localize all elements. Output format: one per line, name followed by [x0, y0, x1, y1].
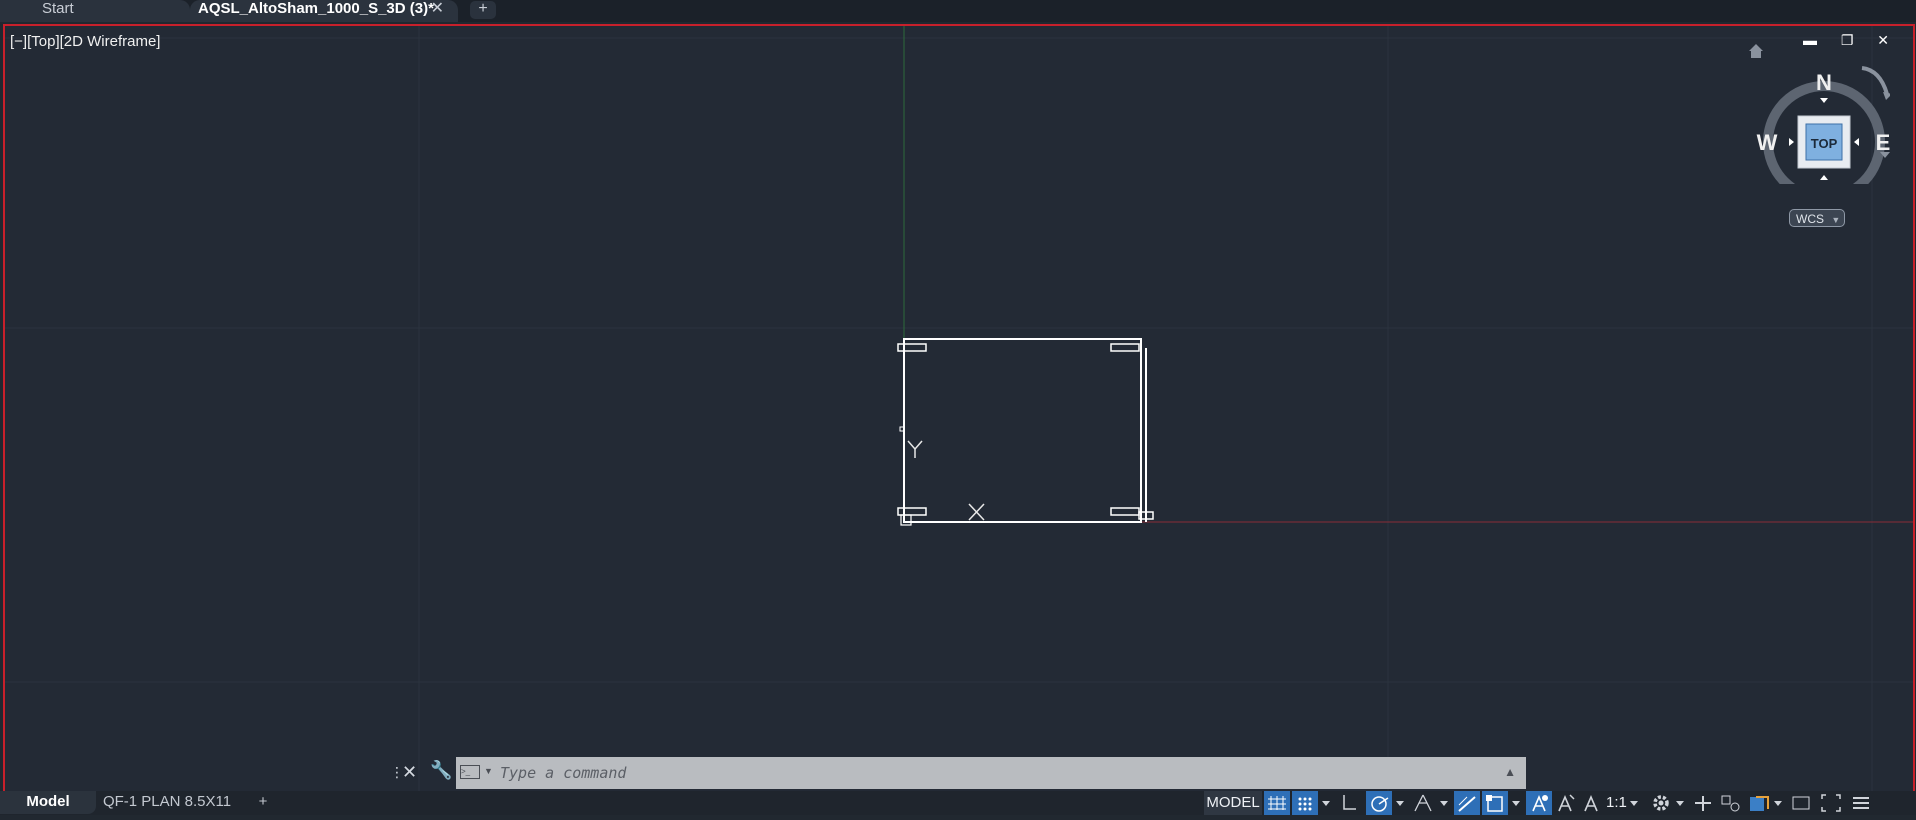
polar-icon[interactable] — [1366, 791, 1392, 815]
chevron-down-icon[interactable] — [1772, 791, 1784, 815]
isolate-icon[interactable] — [1718, 791, 1744, 815]
file-tab-bar: Start AQSL_AltoSham_1000_S_3D (3)* ✕ + — [0, 0, 1916, 22]
osnap-track-icon[interactable] — [1410, 791, 1436, 815]
fullscreen-icon[interactable] — [1818, 791, 1844, 815]
command-line[interactable]: >_ ▼ ▲ — [456, 757, 1526, 789]
ortho-icon[interactable] — [1336, 791, 1362, 815]
drawing-canvas — [5, 26, 1913, 791]
wcs-menu[interactable]: WCS ▼ — [1789, 209, 1845, 227]
wcs-label: WCS — [1796, 212, 1824, 226]
selection-cycle-icon[interactable] — [1482, 791, 1508, 815]
viewport-controls-label[interactable]: [−][Top][2D Wireframe] — [10, 33, 160, 50]
compass-west: W — [1757, 130, 1778, 155]
drawing-viewport[interactable]: [−][Top][2D Wireframe] ▬ ❐ ✕ — [3, 24, 1915, 793]
snap-icon[interactable] — [1292, 791, 1318, 815]
wrench-icon[interactable]: 🔧 — [430, 760, 452, 781]
command-input[interactable] — [500, 757, 1460, 789]
autoscale-icon[interactable] — [1552, 791, 1578, 815]
viewcube[interactable]: TOP N S W E — [1740, 34, 1890, 184]
tab-start-label: Start — [42, 0, 74, 17]
customize-menu-icon[interactable] — [1848, 791, 1874, 815]
tab-drawing-label: AQSL_AltoSham_1000_S_3D (3)* — [198, 0, 434, 17]
annotation-scale-icon[interactable] — [1578, 791, 1604, 815]
close-command-icon[interactable]: ✕ — [402, 762, 417, 783]
layout-tab-plan[interactable]: QF-1 PLAN 8.5X11 — [96, 791, 238, 814]
chevron-down-icon[interactable] — [1674, 791, 1686, 815]
chevron-down-icon[interactable] — [1438, 791, 1450, 815]
hardware-accel-icon[interactable] — [1788, 791, 1814, 815]
plus-icon[interactable] — [1690, 791, 1716, 815]
command-line-handle[interactable]: ⋮ ✕ 🔧 — [388, 760, 456, 790]
add-layout-button[interactable]: + — [252, 791, 274, 814]
layout-tab-model[interactable]: Model — [0, 791, 96, 814]
command-prompt-icon[interactable]: >_ — [460, 765, 480, 779]
chevron-down-icon[interactable] — [1510, 791, 1522, 815]
annotation-visibility-icon[interactable] — [1526, 791, 1552, 815]
model-space-button[interactable]: MODEL — [1204, 791, 1262, 815]
chevron-down-icon[interactable] — [1320, 791, 1332, 815]
units-icon[interactable] — [1746, 791, 1772, 815]
new-tab-button[interactable]: + — [470, 1, 496, 19]
status-tools: MODEL 1:1 — [1200, 791, 1916, 815]
tab-start[interactable]: Start — [0, 0, 190, 22]
status-bar: Model QF-1 PLAN 8.5X11 + MODEL 1:1 — [0, 791, 1916, 815]
compass-east: E — [1876, 130, 1890, 155]
grid-icon[interactable] — [1264, 791, 1290, 815]
chevron-down-icon[interactable] — [1628, 791, 1640, 815]
cabinet-drawing — [897, 338, 1154, 526]
chevron-down-icon[interactable]: ▼ — [484, 766, 493, 776]
chevron-down-icon[interactable] — [1394, 791, 1406, 815]
chevron-down-icon: ▼ — [1831, 215, 1841, 225]
annotation-scale-value[interactable]: 1:1 — [1606, 791, 1627, 815]
viewcube-face: TOP — [1811, 136, 1838, 151]
close-tab-icon[interactable]: ✕ — [431, 0, 444, 18]
tab-drawing[interactable]: AQSL_AltoSham_1000_S_3D (3)* ✕ — [190, 0, 458, 22]
compass-north: N — [1816, 70, 1832, 95]
command-history-icon[interactable]: ▲ — [1504, 765, 1516, 779]
workspace-gear-icon[interactable] — [1648, 791, 1674, 815]
lineweight-icon[interactable] — [1454, 791, 1480, 815]
